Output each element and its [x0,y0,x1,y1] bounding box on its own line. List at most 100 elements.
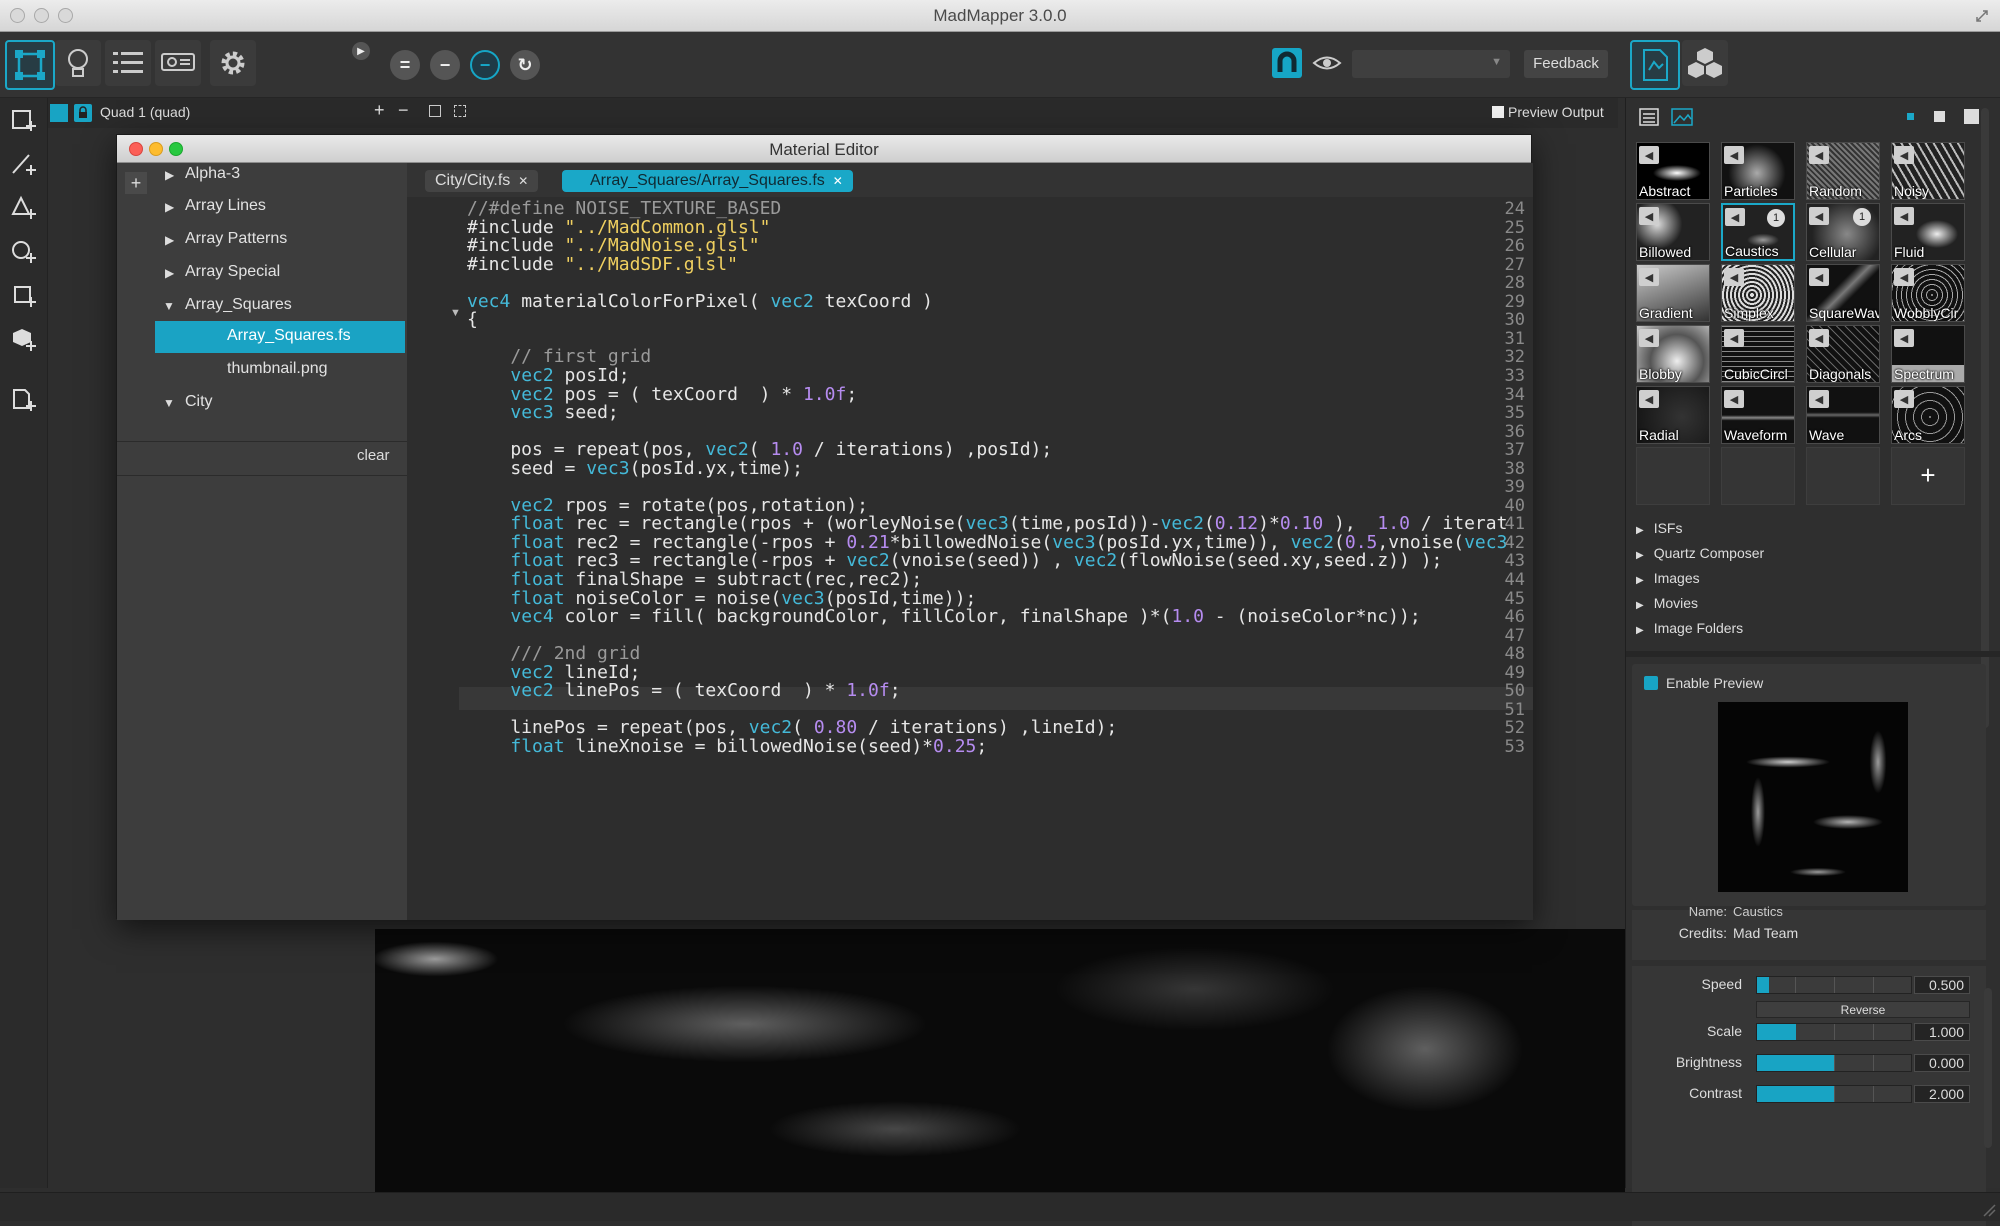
eye-button[interactable] [1312,48,1342,78]
play-icon[interactable]: ◀ [1809,268,1829,286]
code-line[interactable]: { [467,309,478,330]
code-line[interactable]: vec4 materialColorForPixel( vec2 texCoor… [467,291,933,312]
surface-name[interactable]: Quad 1 (quad) [100,104,420,120]
add-mask-tool[interactable] [10,282,38,310]
size-small-button[interactable] [1907,113,1914,120]
projector-button[interactable] [155,40,201,86]
tree-item-alpha-3[interactable]: ▶ Alpha-3 [117,159,407,191]
add-circle-tool[interactable] [10,238,38,266]
play-icon[interactable]: ◀ [1724,329,1744,347]
feedback-button[interactable]: Feedback [1524,50,1608,78]
material-waveform[interactable]: ◀ Waveform [1721,386,1795,444]
tab-array-squares-fs[interactable]: Array_Squares/Array_Squares.fs ✕ [562,170,853,192]
material-cellular[interactable]: ◀ 1 Cellular [1806,203,1880,261]
material-fluid[interactable]: ◀ Fluid [1891,203,1965,261]
fullscreen-icon[interactable] [1974,8,1990,24]
material-particles[interactable]: ◀ Particles [1721,142,1795,200]
output-dropdown[interactable]: ▼ [1352,50,1510,78]
align-button[interactable]: = [390,50,420,80]
tab-city-fs[interactable]: City/City.fs ✕ [425,170,539,192]
add-icon[interactable]: + [374,100,385,121]
remove-icon[interactable]: − [398,100,409,121]
play-icon[interactable]: ◀ [1894,390,1914,408]
material-simplex[interactable]: ◀ Simplex [1721,264,1795,322]
select-icon[interactable] [454,105,466,117]
material-cubiccircl[interactable]: ◀ CubicCircl [1721,325,1795,383]
material-slot-empty[interactable] [1721,447,1795,505]
code-line[interactable]: float lineXnoise = billowedNoise(seed)*0… [467,736,987,757]
play-icon[interactable]: ◀ [1809,390,1829,408]
play-icon[interactable]: ◀ [1809,329,1829,347]
play-icon[interactable]: ◀ [1725,208,1745,226]
tree-item-array-squares[interactable]: ▼ Array_Squares [117,290,407,322]
code-body[interactable]: ▼ //#define NOISE_TEXTURE_BASED #include … [407,197,1533,920]
category-images[interactable]: ▶ Images [1636,570,1700,586]
surface-color-swatch[interactable] [50,104,68,122]
code-line[interactable]: vec3 seed; [467,402,618,423]
contrast-value[interactable]: 2.000 [1914,1085,1970,1103]
material-diagonals[interactable]: ◀ Diagonals [1806,325,1880,383]
tree-item-array-lines[interactable]: ▶ Array Lines [117,191,407,223]
code-line[interactable]: vec4 color = fill( backgroundColor, fill… [467,606,1420,627]
play-icon[interactable]: ◀ [1639,207,1659,225]
play-icon[interactable]: ◀ [1724,268,1744,286]
tree-item-array-squares-fs[interactable]: Array_Squares.fs [155,321,405,353]
play-icon[interactable]: ◀ [1894,329,1914,347]
minus-button[interactable]: − [430,50,460,80]
play-icon[interactable]: ◀ [1724,146,1744,164]
scale-value[interactable]: 1.000 [1914,1023,1970,1041]
category-isfs[interactable]: ▶ ISFs [1636,520,1682,536]
close-icon[interactable]: ✕ [518,174,528,188]
tree-item-array-special[interactable]: ▶ Array Special [117,257,407,289]
tree-item-array-patterns[interactable]: ▶ Array Patterns [117,224,407,256]
close-icon[interactable]: ✕ [833,174,843,188]
reverse-button[interactable]: Reverse [1756,1001,1970,1018]
blue-minus-button[interactable]: − [470,50,500,80]
material-random[interactable]: ◀ Random [1806,142,1880,200]
resize-grip-icon[interactable] [1980,1201,1996,1217]
material-blobby[interactable]: ◀ Blobby [1636,325,1710,383]
brightness-value[interactable]: 0.000 [1914,1054,1970,1072]
magnet-button[interactable] [1272,48,1302,78]
code-editor[interactable]: City/City.fs ✕ Array_Squares/Array_Squar… [407,163,1533,920]
params-scrollbar[interactable] [1984,988,1992,1148]
material-spectrum[interactable]: ◀ Spectrum [1891,325,1965,383]
material-billowed[interactable]: ◀ Billowed [1636,203,1710,261]
redo-button[interactable]: ↻ [510,50,540,80]
category-image-folders[interactable]: ▶ Image Folders [1636,620,1743,636]
material-slot-empty[interactable] [1636,447,1710,505]
clear-button[interactable]: clear [357,447,390,464]
play-icon[interactable]: ◀ [1894,268,1914,286]
add-line-tool[interactable] [10,150,38,178]
brightness-slider[interactable] [1756,1054,1912,1072]
material-squarewav[interactable]: ◀ SquareWav [1806,264,1880,322]
tree-item-city[interactable]: ▼ City [117,387,407,419]
size-medium-button[interactable] [1934,111,1945,122]
code-line[interactable]: seed = vec3(posId.yx,time); [467,458,803,479]
settings-button[interactable] [210,40,256,86]
category-movies[interactable]: ▶ Movies [1636,595,1698,611]
lighting-mode-button[interactable] [55,40,101,86]
lock-button[interactable] [74,104,92,122]
material-radial[interactable]: ◀ Radial [1636,386,1710,444]
fit-icon[interactable] [429,105,441,117]
add-3d-tool[interactable] [10,326,38,354]
play-icon[interactable]: ◀ [1639,146,1659,164]
play-icon[interactable]: ◀ [1639,390,1659,408]
material-wave[interactable]: ◀ Wave [1806,386,1880,444]
size-large-button[interactable] [1964,109,1979,124]
add-material-button[interactable]: + [1891,447,1965,505]
speed-slider[interactable] [1756,976,1912,994]
modules-tab-button[interactable] [1682,40,1728,86]
fold-arrow-icon[interactable]: ▼ [450,307,461,319]
play-icon[interactable]: ◀ [1894,207,1914,225]
material-wobblycir[interactable]: ◀ WobblyCir [1891,264,1965,322]
play-icon[interactable]: ◀ [1639,268,1659,286]
play-icon[interactable]: ◀ [1809,146,1829,164]
add-file-tool[interactable] [10,386,38,414]
add-quad-tool[interactable] [10,106,38,134]
contrast-slider[interactable] [1756,1085,1912,1103]
scale-slider[interactable] [1756,1023,1912,1041]
list-mode-button[interactable] [105,40,151,86]
material-noisy[interactable]: ◀ Noisy [1891,142,1965,200]
